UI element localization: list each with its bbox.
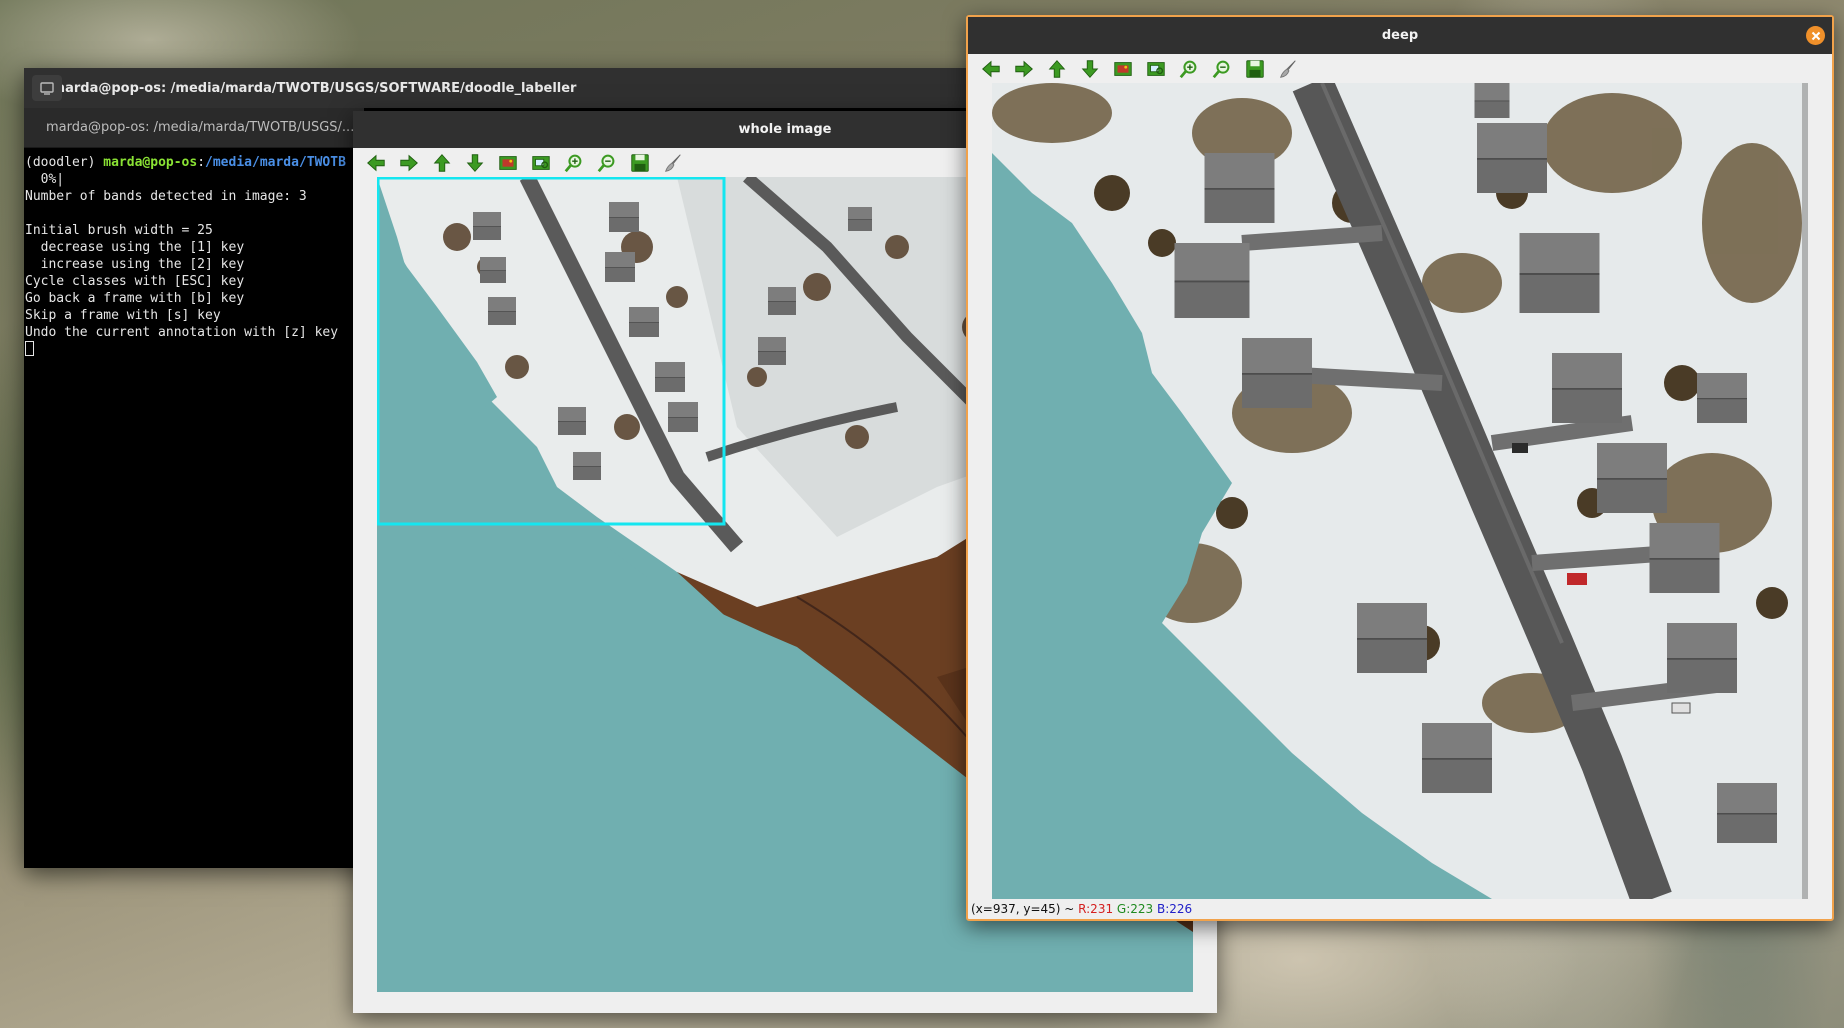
- back-button[interactable]: [361, 149, 390, 178]
- zoom-in-icon: [563, 152, 585, 174]
- terminal-line: Number of bands detected in image: 3: [25, 189, 307, 204]
- prompt-user: marda@pop-os: [103, 155, 198, 170]
- up-arrow-icon: [431, 152, 453, 174]
- prompt-env: (doodler): [25, 155, 104, 170]
- save-button[interactable]: [625, 149, 654, 178]
- up-arrow-icon: [1046, 58, 1068, 80]
- save-button[interactable]: [1240, 55, 1269, 84]
- save-icon: [629, 152, 651, 174]
- whole-image-title: whole image: [738, 122, 832, 137]
- zoom-in-button[interactable]: [559, 149, 588, 178]
- close-button[interactable]: [1806, 26, 1825, 45]
- deep-window[interactable]: deep (x=937, y=45) ~ R:231 G:223 B:226: [966, 15, 1834, 921]
- deep-aerial-image: [992, 83, 1808, 899]
- save-icon: [1244, 58, 1266, 80]
- terminal-tab[interactable]: marda@pop-os: /media/marda/TWOTB/USGS/..…: [24, 108, 364, 148]
- terminal-line: decrease using the [1] key: [25, 240, 245, 255]
- brush-button[interactable]: [658, 149, 687, 178]
- back-button[interactable]: [976, 55, 1005, 84]
- image-button[interactable]: [493, 149, 522, 178]
- back-arrow-icon: [365, 152, 387, 174]
- brush-icon: [662, 152, 684, 174]
- zoom-out-icon: [596, 152, 618, 174]
- image-button[interactable]: [1108, 55, 1137, 84]
- zoom-out-button[interactable]: [592, 149, 621, 178]
- deep-image-canvas[interactable]: [992, 83, 1808, 899]
- zoom-in-button[interactable]: [1174, 55, 1203, 84]
- status-blue: B:226: [1157, 902, 1193, 916]
- zoom-out-button[interactable]: [1207, 55, 1236, 84]
- terminal-line: Skip a frame with [s] key: [25, 308, 221, 323]
- terminal-output[interactable]: (doodler) marda@pop-os:/media/marda/TWOT…: [24, 150, 364, 868]
- image-icon: [1112, 58, 1134, 80]
- back-arrow-icon: [980, 58, 1002, 80]
- terminal-line: Initial brush width = 25: [25, 223, 213, 238]
- forward-button[interactable]: [1009, 55, 1038, 84]
- status-red: R:231: [1078, 902, 1114, 916]
- zoom-out-icon: [1211, 58, 1233, 80]
- forward-arrow-icon: [398, 152, 420, 174]
- zoom-rect-button[interactable]: [1141, 55, 1170, 84]
- zoom-in-icon: [1178, 58, 1200, 80]
- zoom-rect-icon: [1145, 58, 1167, 80]
- new-tab-icon[interactable]: [32, 75, 62, 101]
- status-bar: (x=937, y=45) ~ R:231 G:223 B:226: [971, 902, 1192, 918]
- terminal-line: increase using the [2] key: [25, 257, 245, 272]
- whole-image-toolbar: [361, 147, 687, 179]
- forward-arrow-icon: [1013, 58, 1035, 80]
- terminal-title: marda@pop-os: /media/marda/TWOTB/USGS/SO…: [51, 80, 577, 96]
- down-button[interactable]: [460, 149, 489, 178]
- prompt-separator: :: [197, 155, 206, 170]
- terminal-line: 0%|: [25, 172, 65, 187]
- terminal-tab-label: marda@pop-os: /media/marda/TWOTB/USGS/..…: [46, 120, 355, 135]
- image-icon: [497, 152, 519, 174]
- up-button[interactable]: [427, 149, 456, 178]
- terminal-line: Go back a frame with [b] key: [25, 291, 245, 306]
- zoom-rect-button[interactable]: [526, 149, 555, 178]
- close-icon: [1811, 31, 1820, 40]
- deep-title: deep: [1381, 28, 1419, 43]
- terminal-line: Cycle classes with [ESC] key: [25, 274, 245, 289]
- brush-button[interactable]: [1273, 55, 1302, 84]
- deep-toolbar: [976, 53, 1302, 85]
- status-coords: (x=937, y=45) ~: [971, 902, 1079, 916]
- status-green: G:223: [1116, 902, 1154, 916]
- up-button[interactable]: [1042, 55, 1071, 84]
- terminal-line: Undo the current annotation with [z] key: [25, 325, 339, 340]
- zoom-rect-icon: [530, 152, 552, 174]
- brush-icon: [1277, 58, 1299, 80]
- forward-button[interactable]: [394, 149, 423, 178]
- down-button[interactable]: [1075, 55, 1104, 84]
- down-arrow-icon: [1079, 58, 1101, 80]
- terminal-cursor: [25, 341, 34, 356]
- deep-titlebar[interactable]: deep: [968, 17, 1832, 54]
- down-arrow-icon: [464, 152, 486, 174]
- prompt-path: /media/marda/TWOTB: [205, 155, 346, 170]
- terminal-titlebar[interactable]: marda@pop-os: /media/marda/TWOTB/USGS/SO…: [24, 68, 1004, 108]
